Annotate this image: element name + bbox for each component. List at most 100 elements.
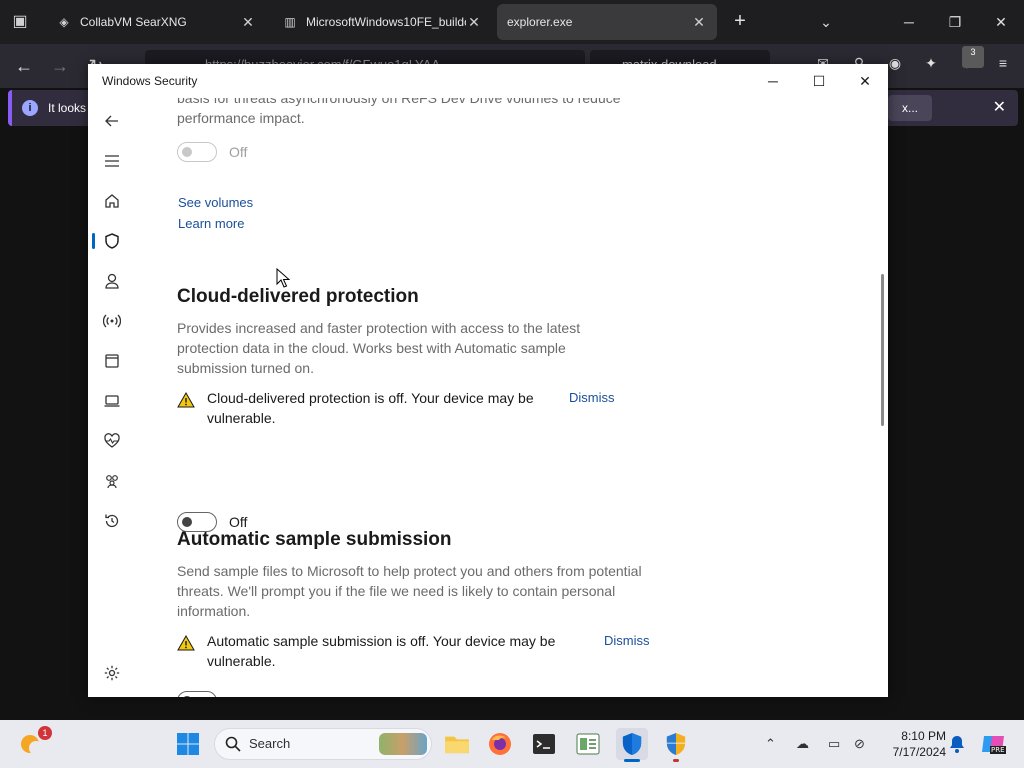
forward-arrow-icon[interactable]: → — [48, 54, 72, 78]
clock-date: 7/17/2024 — [892, 745, 946, 759]
sample-submission-toggle[interactable] — [177, 691, 217, 697]
copilot-icon[interactable]: PRE — [980, 732, 1006, 756]
network-icon[interactable] — [96, 305, 128, 337]
settings-icon[interactable] — [96, 657, 128, 689]
account-icon[interactable] — [96, 265, 128, 297]
warning-icon — [177, 392, 195, 408]
back-icon[interactable] — [96, 105, 128, 137]
notification-bell-icon[interactable] — [948, 734, 966, 754]
running-app-indicator — [673, 759, 679, 762]
toggle-knob — [182, 517, 192, 527]
active-indicator — [92, 233, 95, 249]
device-icon[interactable] — [96, 385, 128, 417]
mouse-cursor-icon — [276, 268, 290, 288]
browser-window-controls: ─ ❐ ✕ — [886, 0, 1024, 44]
weather-widget-icon[interactable]: 1 — [18, 726, 52, 758]
onedrive-offline-icon[interactable]: ☁ — [796, 734, 809, 754]
family-icon[interactable] — [96, 465, 128, 497]
app-browser-icon[interactable] — [96, 345, 128, 377]
dev-drive-description: basis for threats asynchronously on ReFS… — [177, 98, 637, 128]
main-content: basis for threats asynchronously on ReFS… — [136, 98, 888, 697]
dev-drive-toggle-label: Off — [229, 144, 248, 160]
menu-icon[interactable] — [96, 145, 128, 177]
chevron-up-icon[interactable]: ⌃ — [765, 734, 776, 754]
cloud-protection-description: Provides increased and faster protection… — [177, 320, 581, 376]
windows-security-window: Windows Security ─ ☐ ✕ basis for threats… — [88, 64, 888, 697]
tab-title: CollabVM SearXNG — [80, 15, 187, 29]
maximize-button[interactable]: ☐ — [796, 64, 842, 98]
display-icon[interactable]: ▭ — [828, 734, 840, 754]
dismiss-link[interactable]: Dismiss — [569, 388, 615, 408]
close-tab-icon[interactable]: ✕ — [466, 14, 482, 31]
window-controls: ─ ☐ ✕ — [750, 64, 888, 98]
ublock-icon[interactable]: ⛨3 — [956, 46, 984, 74]
extension-badge: 3 — [962, 46, 984, 68]
chevron-down-icon[interactable]: ⌄ — [814, 10, 838, 34]
info-icon: i — [22, 100, 38, 116]
nav-rail — [88, 98, 136, 697]
search-icon — [225, 736, 241, 752]
close-notification-icon[interactable]: ✕ — [993, 90, 1006, 126]
cloud-protection-heading: Cloud-delivered protection — [177, 286, 419, 307]
taskbar: 1 Search ⌃ ☁ ▭ ⊘ 8:10 PM 7/17/2024 PRE — [0, 720, 1024, 768]
tab-favicon-icon: ▥ — [284, 15, 296, 29]
dev-drive-toggle[interactable] — [177, 142, 217, 162]
learn-more-link[interactable]: Learn more — [178, 216, 244, 231]
close-button[interactable]: ✕ — [842, 64, 888, 98]
copilot-badge: PRE — [990, 746, 1006, 754]
warning-text: Cloud-delivered protection is off. Your … — [207, 390, 534, 426]
toggle-knob — [182, 696, 192, 697]
health-icon[interactable] — [96, 425, 128, 457]
browser-tab[interactable]: ◈ CollabVM SearXNG ✕ — [46, 4, 266, 40]
home-icon[interactable] — [96, 185, 128, 217]
shield-icon[interactable] — [96, 225, 128, 257]
start-button[interactable] — [176, 732, 200, 756]
tab-list-icon[interactable]: ▣ — [8, 10, 32, 34]
weather-badge: 1 — [38, 726, 52, 740]
clock-time: 8:10 PM — [901, 729, 946, 743]
window-title: Windows Security — [102, 74, 198, 88]
tab-title: explorer.exe — [507, 15, 573, 29]
tab-favicon-icon: ◈ — [59, 15, 69, 29]
windows-security-icon[interactable] — [616, 728, 648, 762]
restore-icon[interactable]: ❐ — [932, 0, 978, 44]
sample-submission-heading: Automatic sample submission — [177, 529, 452, 550]
terminal-icon[interactable] — [528, 728, 560, 760]
search-placeholder: Search — [249, 736, 291, 751]
dev-drive-description-line: basis for threats asynchronously on ReFS… — [177, 98, 621, 106]
clock[interactable]: 8:10 PM 7/17/2024 — [880, 728, 946, 760]
warning-text: Automatic sample submission is off. Your… — [207, 633, 556, 669]
cloud-protection-toggle-label: Off — [229, 514, 248, 530]
search-highlight-image — [379, 733, 427, 755]
minimize-button[interactable]: ─ — [750, 64, 796, 98]
minimize-icon[interactable]: ─ — [886, 0, 932, 44]
browser-tab[interactable]: ▥ MicrosoftWindows10FE_buildc ✕ — [272, 4, 492, 40]
hamburger-menu-icon[interactable]: ≡ — [992, 52, 1014, 74]
dismiss-link[interactable]: Dismiss — [604, 631, 650, 651]
uac-shield-icon[interactable] — [660, 728, 692, 762]
dev-drive-description-line: performance impact. — [177, 110, 305, 126]
task-manager-icon[interactable] — [572, 728, 604, 760]
see-volumes-link[interactable]: See volumes — [178, 195, 253, 210]
close-tab-icon[interactable]: ✕ — [691, 14, 707, 31]
puzzle-icon[interactable]: ✦ — [920, 52, 942, 74]
tab-title: MicrosoftWindows10FE_buildc — [306, 15, 466, 29]
scrollbar[interactable] — [881, 274, 884, 426]
close-icon[interactable]: ✕ — [978, 0, 1024, 44]
taskbar-search[interactable]: Search — [214, 728, 432, 760]
browser-tab-active[interactable]: explorer.exe ✕ — [497, 4, 717, 40]
warning-icon — [177, 635, 195, 651]
browser-tab-bar: ▣ ◈ CollabVM SearXNG ✕ ▥ MicrosoftWindow… — [0, 0, 1024, 44]
sample-submission-description: Send sample files to Microsoft to help p… — [177, 563, 642, 619]
notification-text: It looks l — [48, 101, 93, 115]
firefox-icon[interactable] — [484, 728, 516, 760]
toggle-knob — [182, 147, 192, 157]
title-bar: Windows Security ─ ☐ ✕ — [88, 64, 888, 98]
close-tab-icon[interactable]: ✕ — [240, 14, 256, 31]
history-icon[interactable] — [96, 505, 128, 537]
network-status-icon[interactable]: ⊘ — [854, 734, 865, 754]
back-arrow-icon[interactable]: ← — [12, 54, 36, 78]
notification-button[interactable]: x... — [888, 95, 933, 121]
new-tab-icon[interactable]: + — [728, 10, 752, 34]
file-explorer-icon[interactable] — [441, 728, 473, 760]
